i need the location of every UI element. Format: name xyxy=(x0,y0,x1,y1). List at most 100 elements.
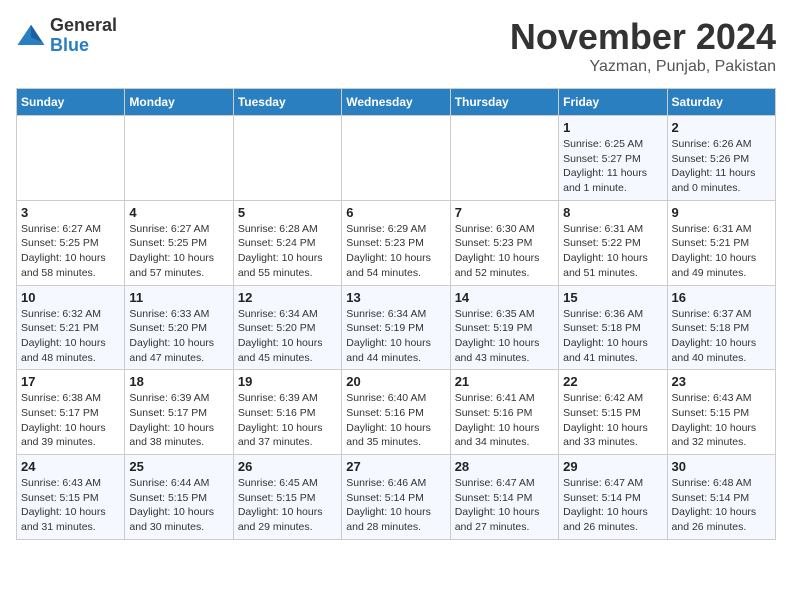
calendar-cell: 24Sunrise: 6:43 AM Sunset: 5:15 PM Dayli… xyxy=(17,455,125,540)
day-info: Sunrise: 6:34 AM Sunset: 5:19 PM Dayligh… xyxy=(346,307,445,366)
calendar-cell: 9 Sunrise: 6:31 AM Sunset: 5:21 PM Daylig… xyxy=(667,200,775,285)
day-number: 27 xyxy=(346,459,445,474)
calendar-cell xyxy=(450,116,558,201)
day-number: 29 xyxy=(563,459,662,474)
day-number: 20 xyxy=(346,374,445,389)
day-number: 1 xyxy=(563,120,662,135)
day-info: Sunrise: 6:46 AM Sunset: 5:14 PM Dayligh… xyxy=(346,476,445,535)
calendar-cell: 27 Sunrise: 6:46 AM Sunset: 5:14 PM Dayli… xyxy=(342,455,450,540)
day-number: 15 xyxy=(563,290,662,305)
calendar-cell: 10 Sunrise: 6:32 AM Sunset: 5:21 PM Dayli… xyxy=(17,285,125,370)
day-number: 16 xyxy=(672,290,771,305)
calendar-cell: 23 Sunrise: 6:43 AM Sunset: 5:15 PM Dayli… xyxy=(667,370,775,455)
day-number: 3 xyxy=(21,205,120,220)
day-number: 10 xyxy=(21,290,120,305)
day-info: Sunrise: 6:40 AM Sunset: 5:16 PM Dayligh… xyxy=(346,391,445,450)
day-info: Sunrise: 6:39 AM Sunset: 5:16 PM Dayligh… xyxy=(238,391,337,450)
calendar-cell: 28 Sunrise: 6:47 AM Sunset: 5:14 PM Dayli… xyxy=(450,455,558,540)
calendar-cell: 29Sunrise: 6:47 AM Sunset: 5:14 PM Dayli… xyxy=(559,455,667,540)
day-info: Sunrise: 6:26 AM Sunset: 5:26 PM Dayligh… xyxy=(672,137,771,196)
day-number: 9 xyxy=(672,205,771,220)
day-number: 13 xyxy=(346,290,445,305)
day-header-wednesday: Wednesday xyxy=(342,89,450,116)
day-number: 2 xyxy=(672,120,771,135)
day-info: Sunrise: 6:43 AM Sunset: 5:15 PM Dayligh… xyxy=(672,391,771,450)
day-info: Sunrise: 6:39 AM Sunset: 5:17 PM Dayligh… xyxy=(129,391,228,450)
day-number: 7 xyxy=(455,205,554,220)
day-info: Sunrise: 6:30 AM Sunset: 5:23 PM Dayligh… xyxy=(455,222,554,281)
day-number: 24 xyxy=(21,459,120,474)
calendar-cell: 2 Sunrise: 6:26 AM Sunset: 5:26 PM Daylig… xyxy=(667,116,775,201)
day-number: 21 xyxy=(455,374,554,389)
day-info: Sunrise: 6:33 AM Sunset: 5:20 PM Dayligh… xyxy=(129,307,228,366)
calendar-week-4: 17Sunrise: 6:38 AM Sunset: 5:17 PM Dayli… xyxy=(17,370,776,455)
day-info: Sunrise: 6:27 AM Sunset: 5:25 PM Dayligh… xyxy=(129,222,228,281)
day-info: Sunrise: 6:31 AM Sunset: 5:21 PM Dayligh… xyxy=(672,222,771,281)
calendar-cell xyxy=(17,116,125,201)
day-info: Sunrise: 6:48 AM Sunset: 5:14 PM Dayligh… xyxy=(672,476,771,535)
calendar-cell: 4 Sunrise: 6:27 AM Sunset: 5:25 PM Daylig… xyxy=(125,200,233,285)
day-header-sunday: Sunday xyxy=(17,89,125,116)
calendar-cell: 16 Sunrise: 6:37 AM Sunset: 5:18 PM Dayli… xyxy=(667,285,775,370)
logo-blue: Blue xyxy=(50,36,117,56)
day-header-monday: Monday xyxy=(125,89,233,116)
calendar-cell xyxy=(125,116,233,201)
calendar-cell: 25 Sunrise: 6:44 AM Sunset: 5:15 PM Dayli… xyxy=(125,455,233,540)
calendar-cell: 21Sunrise: 6:41 AM Sunset: 5:16 PM Dayli… xyxy=(450,370,558,455)
calendar-week-2: 3 Sunrise: 6:27 AM Sunset: 5:25 PM Daylig… xyxy=(17,200,776,285)
calendar-table: SundayMondayTuesdayWednesdayThursdayFrid… xyxy=(16,88,776,540)
day-header-saturday: Saturday xyxy=(667,89,775,116)
day-info: Sunrise: 6:34 AM Sunset: 5:20 PM Dayligh… xyxy=(238,307,337,366)
calendar-cell: 1 Sunrise: 6:25 AM Sunset: 5:27 PM Daylig… xyxy=(559,116,667,201)
logo-icon xyxy=(16,21,46,51)
calendar-cell: 15 Sunrise: 6:36 AM Sunset: 5:18 PM Dayli… xyxy=(559,285,667,370)
calendar-cell: 12 Sunrise: 6:34 AM Sunset: 5:20 PM Dayli… xyxy=(233,285,341,370)
day-info: Sunrise: 6:37 AM Sunset: 5:18 PM Dayligh… xyxy=(672,307,771,366)
day-number: 30 xyxy=(672,459,771,474)
day-number: 23 xyxy=(672,374,771,389)
logo-general: General xyxy=(50,16,117,36)
calendar-cell: 20 Sunrise: 6:40 AM Sunset: 5:16 PM Dayli… xyxy=(342,370,450,455)
calendar-cell: 17Sunrise: 6:38 AM Sunset: 5:17 PM Dayli… xyxy=(17,370,125,455)
day-info: Sunrise: 6:42 AM Sunset: 5:15 PM Dayligh… xyxy=(563,391,662,450)
month-title: November 2024 xyxy=(510,16,776,58)
calendar-week-1: 1 Sunrise: 6:25 AM Sunset: 5:27 PM Daylig… xyxy=(17,116,776,201)
day-number: 6 xyxy=(346,205,445,220)
day-number: 19 xyxy=(238,374,337,389)
day-number: 5 xyxy=(238,205,337,220)
logo-text: General Blue xyxy=(50,16,117,56)
day-info: Sunrise: 6:38 AM Sunset: 5:17 PM Dayligh… xyxy=(21,391,120,450)
calendar-cell xyxy=(233,116,341,201)
day-number: 8 xyxy=(563,205,662,220)
day-info: Sunrise: 6:25 AM Sunset: 5:27 PM Dayligh… xyxy=(563,137,662,196)
calendar-cell: 22 Sunrise: 6:42 AM Sunset: 5:15 PM Dayli… xyxy=(559,370,667,455)
calendar-week-5: 24Sunrise: 6:43 AM Sunset: 5:15 PM Dayli… xyxy=(17,455,776,540)
location: Yazman, Punjab, Pakistan xyxy=(510,58,776,76)
title-block: November 2024 Yazman, Punjab, Pakistan xyxy=(510,16,776,76)
calendar-cell xyxy=(342,116,450,201)
day-info: Sunrise: 6:29 AM Sunset: 5:23 PM Dayligh… xyxy=(346,222,445,281)
day-info: Sunrise: 6:47 AM Sunset: 5:14 PM Dayligh… xyxy=(455,476,554,535)
day-header-thursday: Thursday xyxy=(450,89,558,116)
day-info: Sunrise: 6:31 AM Sunset: 5:22 PM Dayligh… xyxy=(563,222,662,281)
day-number: 4 xyxy=(129,205,228,220)
day-info: Sunrise: 6:28 AM Sunset: 5:24 PM Dayligh… xyxy=(238,222,337,281)
day-info: Sunrise: 6:32 AM Sunset: 5:21 PM Dayligh… xyxy=(21,307,120,366)
calendar-cell: 18 Sunrise: 6:39 AM Sunset: 5:17 PM Dayli… xyxy=(125,370,233,455)
day-info: Sunrise: 6:36 AM Sunset: 5:18 PM Dayligh… xyxy=(563,307,662,366)
day-number: 28 xyxy=(455,459,554,474)
calendar-cell: 3Sunrise: 6:27 AM Sunset: 5:25 PM Daylig… xyxy=(17,200,125,285)
day-number: 12 xyxy=(238,290,337,305)
logo: General Blue xyxy=(16,16,117,56)
day-header-friday: Friday xyxy=(559,89,667,116)
calendar-cell: 26Sunrise: 6:45 AM Sunset: 5:15 PM Dayli… xyxy=(233,455,341,540)
day-number: 25 xyxy=(129,459,228,474)
day-number: 18 xyxy=(129,374,228,389)
calendar-cell: 6 Sunrise: 6:29 AM Sunset: 5:23 PM Daylig… xyxy=(342,200,450,285)
day-number: 22 xyxy=(563,374,662,389)
day-info: Sunrise: 6:44 AM Sunset: 5:15 PM Dayligh… xyxy=(129,476,228,535)
day-number: 11 xyxy=(129,290,228,305)
calendar-cell: 11 Sunrise: 6:33 AM Sunset: 5:20 PM Dayli… xyxy=(125,285,233,370)
calendar-cell: 14Sunrise: 6:35 AM Sunset: 5:19 PM Dayli… xyxy=(450,285,558,370)
day-info: Sunrise: 6:45 AM Sunset: 5:15 PM Dayligh… xyxy=(238,476,337,535)
